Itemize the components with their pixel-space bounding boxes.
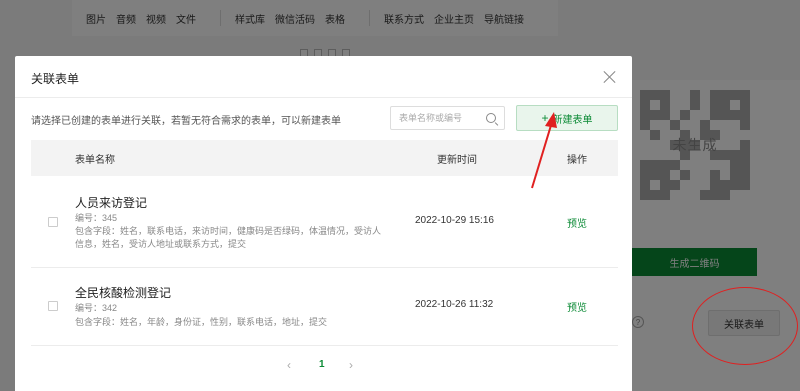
table-row[interactable]: 全民核酸检测登记 编号：342 包含字段：姓名，年龄，身份证，性别，联系电话，地… <box>31 268 618 346</box>
annotation-arrow <box>531 112 557 189</box>
annotation-circle <box>692 287 798 365</box>
column-header-name: 表单名称 <box>75 155 115 166</box>
form-id: 编号：342 <box>75 303 118 313</box>
search-icon[interactable] <box>486 113 496 123</box>
row-checkbox[interactable] <box>48 301 58 311</box>
column-header-operation: 操作 <box>567 155 587 166</box>
dialog-title: 关联表单 <box>31 72 80 86</box>
current-page[interactable]: 1 <box>319 359 325 370</box>
column-header-time: 更新时间 <box>437 155 477 166</box>
dialog-description: 请选择已创建的表单进行关联，若暂无符合需求的表单，可以新建表单 <box>31 116 341 127</box>
row-checkbox[interactable] <box>48 217 58 227</box>
form-updated-time: 2022-10-29 15:16 <box>415 215 494 226</box>
form-id: 编号：345 <box>75 213 118 223</box>
form-fields: 包含字段：姓名，联系电话，来访时间，健康码是否绿码，体温情况，受访人信息，姓名，… <box>75 226 382 249</box>
form-updated-time: 2022-10-26 11:32 <box>415 299 494 310</box>
form-name: 人员来访登记 <box>75 196 148 210</box>
preview-link[interactable]: 预览 <box>567 299 587 314</box>
close-icon[interactable] <box>603 70 617 84</box>
form-name: 全民核酸检测登记 <box>75 286 172 300</box>
form-search-input[interactable] <box>399 111 483 125</box>
prev-page-button[interactable]: ‹ <box>287 358 291 372</box>
next-page-button[interactable]: › <box>349 358 353 372</box>
pagination: ‹ 1 › <box>287 358 367 372</box>
form-fields: 包含字段：姓名，年龄，身份证，性别，联系电话，地址，提交 <box>75 317 328 327</box>
preview-link[interactable]: 预览 <box>567 215 587 230</box>
form-search-box[interactable] <box>390 106 505 130</box>
dialog-header: 关联表单 <box>15 56 632 98</box>
